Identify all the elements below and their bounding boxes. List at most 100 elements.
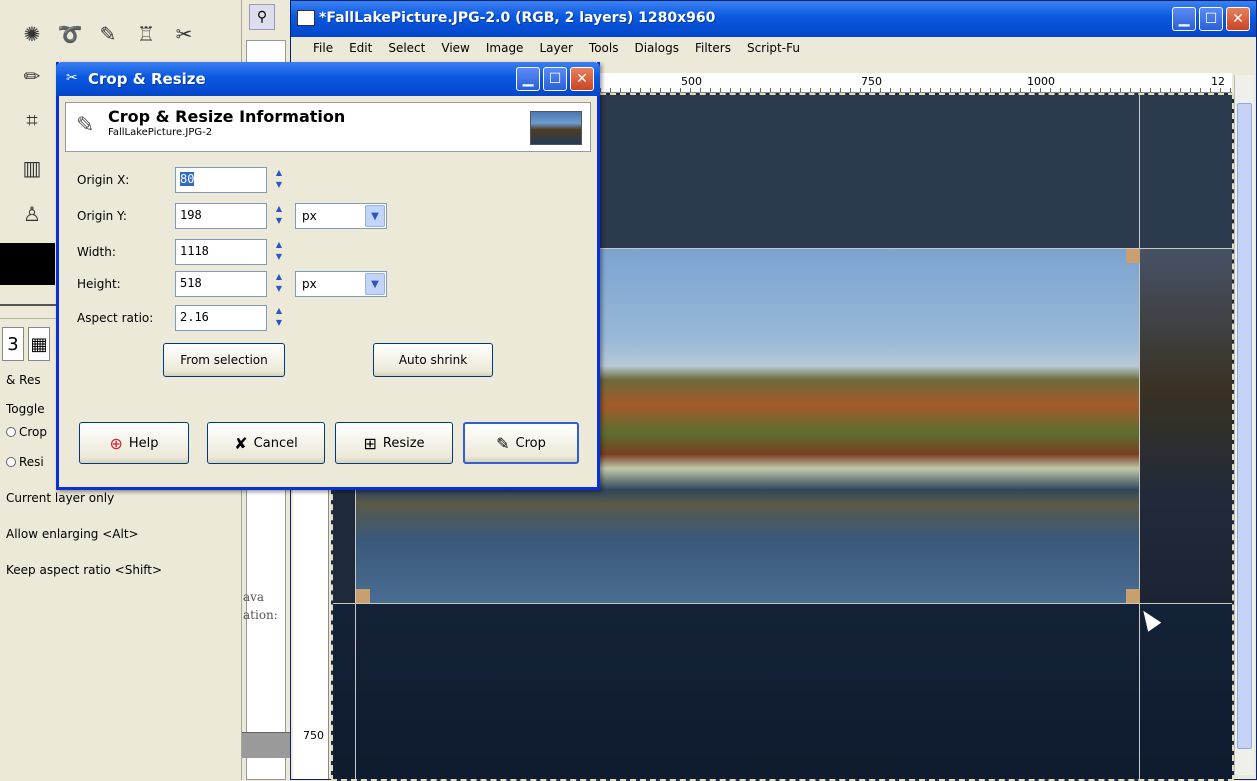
info-header: ✎ Crop & Resize Information FallLakePict… <box>65 102 591 152</box>
radio-icon <box>6 457 16 467</box>
origin-x-value: 80 <box>180 172 195 186</box>
pencil-icon[interactable]: ✏ <box>18 62 46 90</box>
magic-wand-icon[interactable]: ✎ <box>94 20 122 48</box>
aspect-ratio-spinner[interactable]: ▲ ▼ <box>271 305 287 331</box>
auto-shrink-button[interactable]: Auto shrink <box>373 343 493 377</box>
menu-edit[interactable]: Edit <box>349 41 372 55</box>
minimize-button[interactable]: ▁ <box>1172 7 1196 31</box>
allow-enlarging-checkbox[interactable]: Allow enlarging <Alt> <box>6 527 139 541</box>
aspect-ratio-label: Aspect ratio: <box>77 311 154 325</box>
keep-aspect-ratio-checkbox[interactable]: Keep aspect ratio <Shift> <box>6 563 162 577</box>
height-spinner[interactable]: ▲ ▼ <box>271 271 287 297</box>
menu-file[interactable]: File <box>313 41 333 55</box>
resize-button-label: Resize <box>382 435 425 451</box>
origin-y-row: Origin Y: 198 ▲ ▼ px ▼ <box>77 202 387 230</box>
menu-view[interactable]: View <box>441 41 469 55</box>
menu-select[interactable]: Select <box>388 41 425 55</box>
size-unit-value: px <box>302 277 317 291</box>
cancel-button[interactable]: ✘ Cancel <box>207 422 325 464</box>
origin-y-input[interactable]: 198 <box>175 203 267 229</box>
width-input[interactable]: 1118 <box>175 239 267 265</box>
image-thumbnail <box>530 111 582 145</box>
cancel-button-label: Cancel <box>253 435 298 451</box>
origin-y-label: Origin Y: <box>77 209 127 223</box>
crop-button-label: Crop <box>515 435 546 451</box>
tab-icon-grid[interactable]: ▦ <box>28 327 50 361</box>
image-window-title: *FallLakePicture.JPG-2.0 (RGB, 2 layers)… <box>319 10 716 26</box>
help-lifebuoy-icon: ⊕ <box>109 433 123 453</box>
fuzzy-select-icon[interactable]: ✺ <box>18 20 46 48</box>
tool-options-tabs: 3 ▦ <box>2 327 50 361</box>
size-unit-select[interactable]: px ▼ <box>295 271 387 297</box>
crop-tool-icon[interactable]: ⌗ <box>18 106 46 134</box>
crop-button[interactable]: ✎ Crop <box>463 422 579 464</box>
origin-x-row: Origin X: 80 ▲ ▼ <box>77 166 287 194</box>
current-layer-only-checkbox[interactable]: Current layer only <box>6 491 114 505</box>
origin-y-spinner[interactable]: ▲ ▼ <box>271 203 287 229</box>
width-spinner[interactable]: ▲ ▼ <box>271 239 287 265</box>
ruler-label: 750 <box>303 729 324 742</box>
lasso-icon[interactable]: ➰ <box>56 20 84 48</box>
dialog-titlebar[interactable]: ✂ Crop & Resize ▁ ☐ ✕ <box>56 62 600 96</box>
dialog-close-button[interactable]: ✕ <box>570 67 594 91</box>
crop-resize-dialog: ✂ Crop & Resize ▁ ☐ ✕ ✎ Crop & Resize In… <box>56 62 600 490</box>
toggle-label: Toggle <box>6 402 45 416</box>
crop-shade-bottom <box>333 603 1232 779</box>
menu-filters[interactable]: Filters <box>695 41 731 55</box>
help-button-label: Help <box>128 435 159 451</box>
vertical-scrollbar[interactable] <box>1234 75 1254 775</box>
ruler-label: 1000 <box>1025 75 1057 88</box>
aspect-ratio-input[interactable]: 2.16 <box>175 305 267 331</box>
menu-script-fu[interactable]: Script-Fu <box>747 41 800 55</box>
crop-radio[interactable]: Crop <box>6 425 47 439</box>
info-subtitle: FallLakePicture.JPG-2 <box>108 127 213 138</box>
foreground-color-swatch[interactable] <box>0 243 55 285</box>
image-window-titlebar[interactable]: *FallLakePicture.JPG-2.0 (RGB, 2 layers)… <box>291 1 1256 37</box>
clone-stamp-icon[interactable]: ♖ <box>132 20 160 48</box>
crop-knife-icon: ✎ <box>496 433 510 453</box>
crop-shade-right <box>1139 249 1232 603</box>
height-label: Height: <box>77 277 121 291</box>
menu-layer[interactable]: Layer <box>539 41 572 55</box>
resize-icon: ⊞ <box>363 433 377 453</box>
crop-radio-label: Crop <box>19 425 48 439</box>
radio-icon <box>6 427 16 437</box>
paths-icon[interactable]: ✂ <box>170 20 198 48</box>
tool-row-1: ✺ ➰ ✎ ♖ ✂ <box>18 20 198 48</box>
ruler-label: 750 <box>859 75 884 88</box>
navigate-icon[interactable]: ⚲ <box>249 4 275 30</box>
ruler-label: 500 <box>679 75 704 88</box>
close-button[interactable]: ✕ <box>1226 7 1250 31</box>
gradient-icon[interactable]: ▥ <box>18 154 46 182</box>
origin-unit-value: px <box>302 209 317 223</box>
crop-handle-bottom-right[interactable] <box>1126 589 1140 603</box>
help-button[interactable]: ⊕ Help <box>79 422 189 464</box>
width-row: Width: 1118 ▲ ▼ <box>77 238 287 266</box>
image-icon <box>297 10 315 26</box>
tab-icon-3[interactable]: 3 <box>2 327 24 361</box>
origin-x-input[interactable]: 80 <box>175 167 267 193</box>
maximize-button[interactable]: ☐ <box>1199 7 1223 31</box>
side-bar <box>242 732 290 758</box>
background-color-swatch[interactable] <box>0 292 60 306</box>
menu-tools[interactable]: Tools <box>589 41 619 55</box>
dialog-maximize-button[interactable]: ☐ <box>543 67 567 91</box>
origin-x-spinner[interactable]: ▲ ▼ <box>271 167 287 193</box>
stamp-icon[interactable]: ♙ <box>18 200 46 228</box>
menu-bar: File Edit Select View Image Layer Tools … <box>291 37 1256 59</box>
crop-handle-top-right[interactable] <box>1126 249 1140 263</box>
cancel-x-icon: ✘ <box>234 433 248 453</box>
crop-handle-bottom-left[interactable] <box>356 589 370 603</box>
scrollbar-thumb[interactable] <box>1237 103 1252 749</box>
menu-image[interactable]: Image <box>486 41 524 55</box>
tool-options-title: & Res <box>6 373 41 387</box>
resize-radio[interactable]: Resi <box>6 455 44 469</box>
window-controls: ▁ ☐ ✕ <box>1172 7 1250 31</box>
from-selection-button[interactable]: From selection <box>163 343 285 377</box>
menu-dialogs[interactable]: Dialogs <box>634 41 678 55</box>
origin-unit-select[interactable]: px ▼ <box>295 203 387 229</box>
height-input[interactable]: 518 <box>175 271 267 297</box>
knife-icon: ✂ <box>66 70 78 86</box>
dialog-minimize-button[interactable]: ▁ <box>516 67 540 91</box>
resize-button[interactable]: ⊞ Resize <box>335 422 453 464</box>
